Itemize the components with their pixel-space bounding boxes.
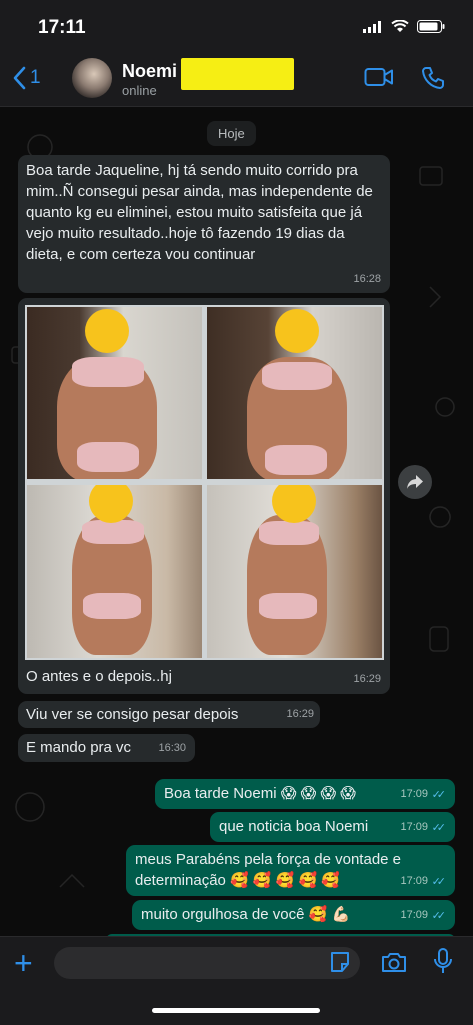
message-text: meus Parabéns pela força de vontade e de… xyxy=(135,851,402,889)
message-time: 17:09 xyxy=(400,909,428,921)
sticker-icon[interactable] xyxy=(328,950,352,974)
photo-caption: O antes e o depois..hj xyxy=(26,668,172,685)
photo-after-1[interactable] xyxy=(27,485,202,658)
camera-icon[interactable] xyxy=(380,951,408,973)
outgoing-message[interactable]: que noticia boa Noemi 17:09 ✓✓ xyxy=(210,812,455,842)
read-ticks-icon: ✓✓ xyxy=(431,910,447,922)
video-call-icon[interactable] xyxy=(364,66,394,88)
message-text: Viu ver se consigo pesar depois xyxy=(26,706,239,723)
message-time: 17:09 xyxy=(400,875,428,887)
incoming-message[interactable]: E mando pra vc 16:30 xyxy=(18,734,195,762)
incoming-message[interactable]: Boa tarde Jaqueline, hj tá sendo muito c… xyxy=(18,155,390,293)
chat-area[interactable]: Hoje Boa tarde Jaqueline, hj tá sendo mu… xyxy=(0,107,473,936)
incoming-photo-message[interactable]: O antes e o depois..hj 16:29 xyxy=(18,298,390,694)
home-indicator[interactable] xyxy=(152,1008,320,1013)
status-icons xyxy=(363,20,445,33)
unread-count: 1 xyxy=(30,67,41,88)
photo-after-2[interactable] xyxy=(207,485,382,658)
back-button[interactable]: 1 xyxy=(12,66,41,90)
photo-before-1[interactable] xyxy=(27,307,202,479)
forward-icon xyxy=(407,475,423,489)
message-text: muito orgulhosa de você 🥰 💪🏻 xyxy=(141,906,351,923)
message-time: 16:29 xyxy=(286,708,314,720)
incoming-message[interactable]: Viu ver se consigo pesar depois 16:29 xyxy=(18,701,320,728)
message-text: Boa tarde Noemi 😱 😱 😱 😱 xyxy=(164,785,356,802)
photo-before-2[interactable] xyxy=(207,307,382,479)
mic-icon[interactable] xyxy=(433,947,453,975)
phone-icon[interactable] xyxy=(421,66,445,90)
read-ticks-icon: ✓✓ xyxy=(431,789,447,801)
date-divider: Hoje xyxy=(207,121,256,146)
read-ticks-icon: ✓✓ xyxy=(431,876,447,888)
outgoing-message[interactable]: muito orgulhosa de você 🥰 💪🏻 17:09 ✓✓ xyxy=(132,900,455,930)
contact-status: online xyxy=(122,83,157,98)
outgoing-message[interactable]: Boa tarde Noemi 😱 😱 😱 😱 17:09 ✓✓ xyxy=(155,779,455,809)
forward-button[interactable] xyxy=(398,465,432,499)
message-time: 17:09 xyxy=(400,788,428,800)
message-time: 16:30 xyxy=(158,742,186,754)
plus-icon[interactable]: + xyxy=(14,947,33,979)
contact-avatar[interactable] xyxy=(72,58,112,98)
battery-icon xyxy=(417,20,445,33)
chat-header: 1 Noemi online xyxy=(0,52,473,107)
back-chevron-icon xyxy=(13,66,26,90)
signal-icon xyxy=(363,20,381,33)
message-time: 16:28 xyxy=(353,273,381,285)
contact-name[interactable]: Noemi xyxy=(122,61,177,82)
redaction-highlight xyxy=(181,58,294,90)
status-bar: 17:11 xyxy=(0,0,473,52)
photo-grid[interactable] xyxy=(25,305,384,660)
message-time: 16:29 xyxy=(353,673,381,685)
message-input[interactable] xyxy=(54,947,360,979)
message-text: Boa tarde Jaqueline, hj tá sendo muito c… xyxy=(26,162,373,263)
status-time: 17:11 xyxy=(38,17,86,38)
message-text: E mando pra vc xyxy=(26,739,132,756)
read-ticks-icon: ✓✓ xyxy=(431,822,447,834)
outgoing-message[interactable]: meus Parabéns pela força de vontade e de… xyxy=(126,845,455,896)
message-time: 17:09 xyxy=(400,821,428,833)
message-text: que noticia boa Noemi xyxy=(219,818,369,835)
wifi-icon xyxy=(391,20,409,32)
